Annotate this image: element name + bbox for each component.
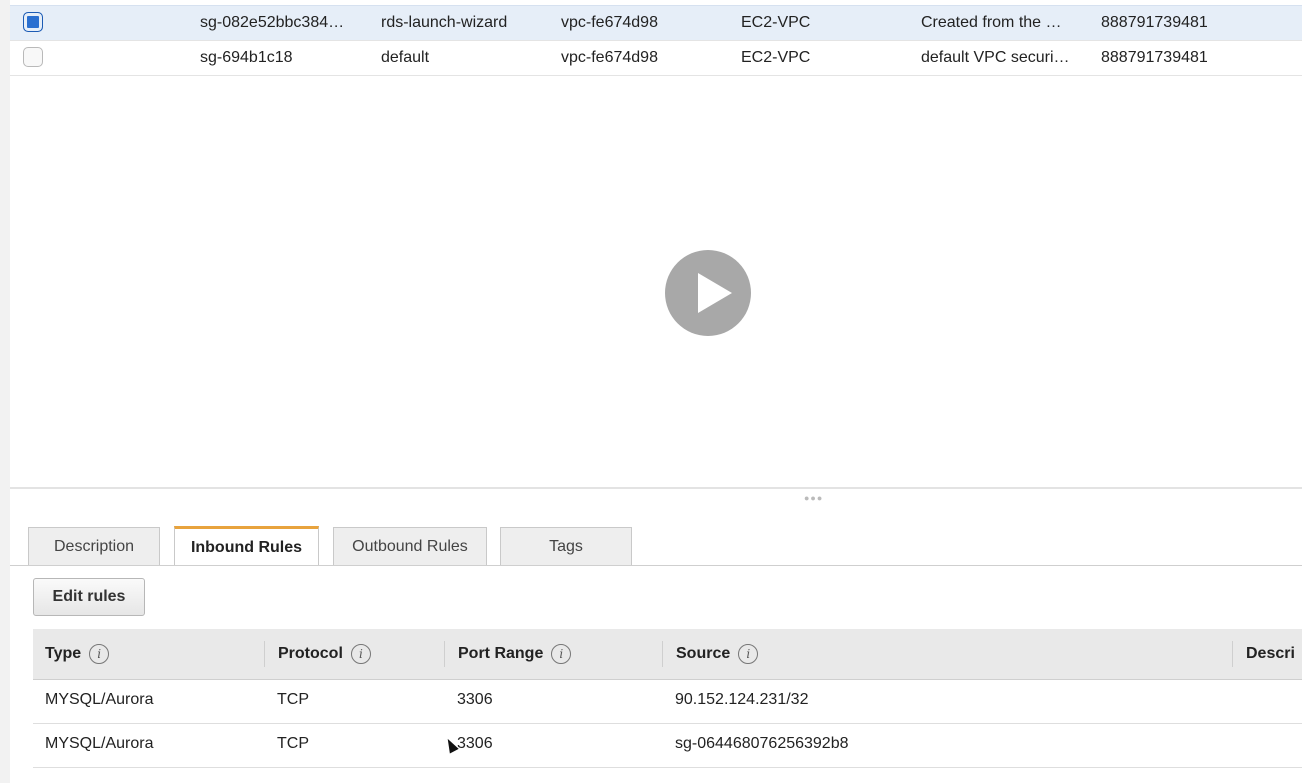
info-icon[interactable]: i [551, 643, 572, 664]
row-checkbox[interactable] [23, 47, 43, 67]
play-icon[interactable] [665, 250, 751, 336]
column-header-port-range[interactable]: Port Range i [458, 629, 572, 679]
vpc-type: EC2-VPC [741, 49, 811, 66]
column-header-description[interactable]: Descri [1246, 629, 1295, 679]
vpc-id: vpc-fe674d98 [561, 14, 658, 31]
table-row[interactable]: sg-082e52bbc384… rds-launch-wizard vpc-f… [10, 5, 1302, 41]
rule-port-range: 3306 [457, 691, 493, 708]
column-header-protocol[interactable]: Protocol i [278, 629, 371, 679]
owner-id: 888791739481 [1101, 14, 1208, 31]
group-id: sg-082e52bbc384… [200, 14, 345, 31]
rule-type: MYSQL/Aurora [45, 691, 154, 708]
column-label: Source [676, 645, 731, 662]
tabs-divider [10, 565, 1302, 566]
group-name: default [381, 49, 430, 66]
column-divider [662, 641, 663, 667]
vpc-type: EC2-VPC [741, 14, 811, 31]
tab-tags[interactable]: Tags [500, 527, 632, 565]
security-groups-table: sg-082e52bbc384… rds-launch-wizard vpc-f… [10, 5, 1302, 76]
rule-type: MYSQL/Aurora [45, 735, 154, 752]
info-icon[interactable]: i [89, 643, 110, 664]
column-divider [444, 641, 445, 667]
group-description: default VPC securi… [921, 49, 1070, 66]
split-divider[interactable] [10, 487, 1302, 489]
column-label: Port Range [458, 645, 544, 662]
column-divider [264, 641, 265, 667]
owner-id: 888791739481 [1101, 49, 1208, 66]
column-label: Descri [1246, 645, 1295, 662]
group-id: sg-694b1c18 [200, 49, 293, 66]
tab-outbound-rules[interactable]: Outbound Rules [333, 527, 487, 565]
rule-source: sg-064468076256392b8 [675, 735, 849, 752]
column-divider [1232, 641, 1233, 667]
table-row: MYSQL/Aurora TCP 3306 sg-064468076256392… [33, 723, 1302, 768]
info-icon[interactable]: i [738, 643, 759, 664]
table-row: MYSQL/Aurora TCP 3306 90.152.124.231/32 [33, 679, 1302, 724]
column-header-source[interactable]: Source i [676, 629, 759, 679]
tab-description[interactable]: Description [28, 527, 160, 565]
tab-inbound-rules[interactable]: Inbound Rules [174, 526, 319, 566]
group-description: Created from the … [921, 14, 1062, 31]
info-icon[interactable]: i [350, 643, 371, 664]
rule-source: 90.152.124.231/32 [675, 691, 809, 708]
column-label: Protocol [278, 645, 343, 662]
edit-rules-button[interactable]: Edit rules [33, 578, 145, 616]
row-checkbox[interactable] [23, 12, 43, 32]
drag-handle-icon[interactable]: ●●● [804, 493, 823, 503]
column-label: Type [45, 645, 82, 662]
rule-protocol: TCP [277, 691, 309, 708]
vpc-id: vpc-fe674d98 [561, 49, 658, 66]
rule-protocol: TCP [277, 735, 309, 752]
table-row[interactable]: sg-694b1c18 default vpc-fe674d98 EC2-VPC… [10, 41, 1302, 76]
group-name: rds-launch-wizard [381, 14, 508, 31]
rule-port-range: 3306 [457, 735, 493, 752]
rules-table-header: Type i Protocol i Port Range i Source i Desc… [33, 629, 1302, 680]
left-edge [0, 0, 10, 783]
column-header-type[interactable]: Type i [45, 629, 110, 679]
